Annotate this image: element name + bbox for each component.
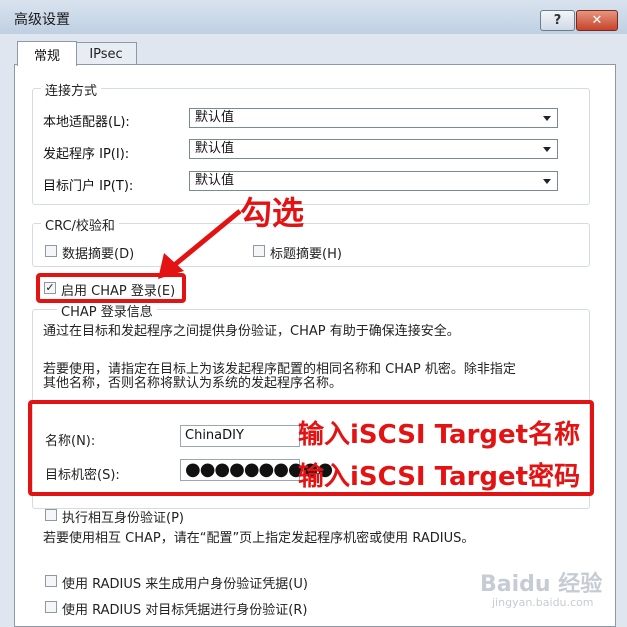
radius-target-label: 使用 RADIUS 对目标凭据进行身份验证(R) (62, 603, 308, 618)
chevron-down-icon (543, 116, 551, 121)
target-portal-value: 默认值 (195, 173, 235, 188)
chevron-down-icon (543, 179, 551, 184)
name-annotation: 输入iSCSI Target名称 (298, 420, 581, 450)
initiator-ip-value: 默认值 (195, 141, 235, 156)
radius-user-label: 使用 RADIUS 来生成用户身份验证凭据(U) (62, 577, 308, 592)
mutual-auth-desc: 若要使用相互 CHAP，请在“配置”页上指定发起程序机密或使用 RADIUS。 (43, 531, 475, 546)
close-button[interactable]: ✕ (576, 10, 618, 31)
tab-general[interactable]: 常规 (17, 41, 77, 66)
watermark-url: jingyan.baidu.com (492, 596, 594, 609)
radius-target-checkbox[interactable] (45, 601, 57, 613)
chevron-down-icon (543, 147, 551, 152)
local-adapter-select[interactable]: 默认值 (189, 108, 558, 128)
mutual-auth-checkbox[interactable] (45, 509, 57, 521)
general-panel: 连接方式 本地适配器(L): 默认值 发起程序 IP(I): 默认值 目标门户 … (14, 64, 616, 627)
local-adapter-label: 本地适配器(L): (43, 115, 130, 130)
local-adapter-value: 默认值 (195, 110, 235, 125)
target-portal-label: 目标门户 IP(T): (43, 179, 134, 194)
chap-desc-1: 通过在目标和发起程序之间提供身份验证，CHAP 有助于确保连接安全。 (43, 324, 460, 339)
help-button[interactable]: ? (540, 10, 575, 31)
header-digest-checkbox[interactable] (253, 245, 265, 257)
mutual-auth-label: 执行相互身份验证(P) (62, 511, 184, 526)
check-annotation: 勾选 (240, 194, 305, 232)
window-title: 高级设置 (14, 12, 70, 28)
connection-legend: 连接方式 (41, 80, 102, 99)
radius-user-checkbox[interactable] (45, 575, 57, 587)
secret-annotation: 输入iSCSI Target密码 (298, 462, 581, 492)
arrow-icon (158, 209, 242, 279)
title-bar: 高级设置 ? ✕ (0, 0, 627, 34)
initiator-ip-select[interactable]: 默认值 (189, 139, 558, 159)
initiator-ip-label: 发起程序 IP(I): (43, 147, 130, 162)
crc-legend: CRC/校验和 (41, 215, 119, 234)
tab-ipsec[interactable]: IPsec (75, 42, 137, 65)
header-digest-label: 标题摘要(H) (270, 247, 342, 262)
chap-desc-2b: 其他名称，否则名称将默认为系统的发起程序名称。 (43, 376, 343, 391)
watermark-brand: Baidu 经验 (480, 572, 603, 597)
data-digest-checkbox[interactable] (45, 245, 57, 257)
data-digest-label: 数据摘要(D) (62, 247, 135, 262)
chap-info-legend: CHAP 登录信息 (57, 301, 157, 320)
